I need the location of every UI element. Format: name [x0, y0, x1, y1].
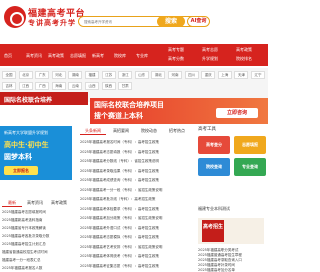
left-tabs: 最新 高考资讯 高考政策 [0, 198, 72, 208]
tool-button[interactable]: 高考查分 [198, 136, 230, 154]
region-button[interactable]: 湖南 [68, 71, 83, 79]
news-item[interactable]: 2025年福建高考一分一段（专科）：省招生政策说明 [80, 188, 188, 193]
tools-title: 高考工具 [198, 127, 216, 132]
nav-right-item[interactable]: 高考志愿 [202, 47, 218, 53]
news-item[interactable]: 2025年福建高考体检要求（专科）：高考招生政策 [80, 207, 188, 212]
region-button[interactable]: 四川 [184, 71, 199, 79]
region-button[interactable]: 广东 [35, 71, 50, 79]
ai-query-button[interactable]: AI查询 [187, 16, 210, 27]
tool-button[interactable]: 志愿填报 [234, 136, 266, 154]
right-badge: 高考招生 [202, 220, 224, 242]
left-tab-latest[interactable]: 最新 [2, 198, 22, 207]
right-promo-banner[interactable]: 高考招生 [198, 218, 264, 244]
nav-item-volunteer[interactable]: 志愿填报 [70, 53, 86, 59]
nav-item-colleges[interactable]: 院校库 [114, 53, 126, 59]
news-item[interactable]: 2025年福建高考加分政策（专科）：省招生政策说明 [80, 216, 188, 221]
region-button[interactable]: 云南 [68, 82, 83, 90]
region-button[interactable]: 海南 [51, 82, 66, 90]
search-box [78, 16, 204, 27]
region-button[interactable]: 湖北 [151, 71, 166, 79]
news-item[interactable]: 2025年福建高考分数线（专科）：省招生政策说明 [80, 159, 188, 164]
region-button[interactable]: 全国 [2, 71, 16, 79]
news-item[interactable]: 2025年福建高考志愿模拟（专科）：高考招生政策 [80, 235, 188, 240]
nav-right-item[interactable]: 高考政策 [236, 47, 252, 53]
left-list-item[interactable]: 2025福建新高考选科指南 [2, 218, 70, 223]
logo-slogan: 专讲高考升学 [28, 19, 76, 27]
nav-right-group: 高考专题 高考志愿 高考政策 高考分数 升学规划 院校排名 [166, 45, 268, 65]
region-button[interactable]: 河南 [168, 71, 182, 79]
region-button[interactable]: 吉林 [2, 82, 16, 90]
search-input[interactable] [84, 18, 164, 26]
left-list-item[interactable]: 2025福建省专升本政策解读 [2, 226, 70, 231]
nav-item-policy[interactable]: 高考政策 [48, 53, 64, 59]
region-button[interactable]: 陕西 [101, 82, 116, 90]
news-item[interactable]: 2025年福建高考成绩查询（专科）：高考招生政策 [80, 178, 188, 183]
nav-item-home[interactable]: 首页 [4, 53, 12, 59]
news-item[interactable]: 2025年福建高考艺考安排（专科）：省招生政策说明 [80, 245, 188, 250]
region-button[interactable]: 山西 [85, 82, 99, 90]
news-item[interactable]: 2025年福建高考报名时间（专科）：高考招生政策 [80, 140, 188, 145]
region-button[interactable]: 江苏 [101, 71, 116, 79]
center-news-panel: 头条新闻 高招要闻 院校动态 招考热点 2025年福建高考报名时间（专科）：高考… [78, 126, 190, 272]
region-button[interactable]: 重庆 [201, 71, 216, 79]
left-tab-news[interactable]: 高考资讯 [24, 198, 46, 207]
news-item[interactable]: 2025年福建高考征集志愿（专科）：高考招生政策 [80, 264, 188, 269]
left-tab-policy[interactable]: 高考政策 [48, 198, 70, 207]
left-list-item[interactable]: 2025福建高考各批次录取分数 [2, 234, 70, 239]
tool-button[interactable]: 专业查询 [234, 158, 266, 176]
news-item[interactable]: 2025年福建高考外语口试（专科）：高考招生政策 [80, 226, 188, 231]
news-item[interactable]: 2025年福建高考批次线（专科）：高考招生政策 [80, 197, 188, 202]
news-item[interactable]: 2025年福建高考志愿填报（专科）：高考招生政策 [80, 150, 188, 155]
left-banner-text: 国际名校联合培养 [4, 97, 53, 104]
nav-item-new-gaokao[interactable]: 新高考 [92, 53, 104, 59]
region-button[interactable]: 上海 [217, 71, 232, 79]
left-list-item[interactable]: 福建高考一分一段表汇总 [2, 258, 70, 263]
tab-admissions[interactable]: 高招要闻 [108, 126, 134, 135]
left-list-item[interactable]: 福建省普通高校招生考试时间 [2, 250, 70, 255]
right-tools-panel: 高考工具 高考查分 志愿填报 院校查询 专业查询 福建专业本科测试 高考招生 2025… [196, 126, 268, 272]
region-button[interactable]: 辽宁 [251, 71, 265, 79]
region-button[interactable]: 北京 [18, 71, 33, 79]
promo-line3: 圆梦本科 [4, 153, 32, 161]
region-button[interactable]: 江西 [18, 82, 33, 90]
promo-line1: 新高考大学联盟升学规划 [4, 130, 48, 135]
tab-hot-topics[interactable]: 招考热点 [164, 126, 190, 135]
nav-item-majors[interactable]: 专业库 [136, 53, 148, 59]
promo-card[interactable]: 新高考大学联盟升学规划 高中生·初中生 圆梦本科 立即报名 [0, 126, 72, 180]
news-item[interactable]: 2025年福建高考录取结果（专科）：高考招生政策 [80, 169, 188, 174]
nav-right-item[interactable]: 升学规划 [202, 56, 218, 62]
left-list-item[interactable]: 2025福建高考志愿填报时间 [2, 210, 70, 215]
logo-icon[interactable] [4, 6, 26, 28]
tab-headlines[interactable]: 头条新闻 [80, 126, 106, 135]
region-button[interactable]: 山东 [134, 71, 149, 79]
right-banner[interactable]: 国际名校联合培养项目 搜个赛道上本科 立即咨询 [90, 98, 268, 124]
promo-signup-button[interactable]: 立即报名 [4, 166, 38, 175]
consult-button[interactable]: 立即咨询 [216, 108, 258, 118]
region-button[interactable]: 甘肃 [118, 82, 133, 90]
tool-button[interactable]: 院校查询 [198, 158, 230, 176]
region-button[interactable]: 河北 [51, 71, 66, 79]
right-list-item[interactable]: 2025福建高考加分名单 [198, 268, 266, 272]
left-banner[interactable]: 国际名校联合培养 [0, 92, 88, 105]
tab-college-news[interactable]: 院校动态 [136, 126, 162, 135]
nav-right-item[interactable]: 高考专题 [168, 47, 184, 53]
right-banner-line1: 国际名校联合培养项目 [94, 101, 164, 109]
left-list-item[interactable]: 2025年福建高考报名人数 [2, 266, 70, 271]
nav-right-item[interactable]: 高考分数 [168, 56, 184, 62]
left-list-item[interactable]: 2025福建高考招生计划汇总 [2, 242, 70, 247]
region-button[interactable]: 福建 [85, 71, 99, 79]
search-button[interactable]: 搜索 [157, 16, 185, 27]
nav-item-news[interactable]: 高考资讯 [26, 53, 42, 59]
nav-right-item[interactable]: 院校排名 [236, 56, 252, 62]
region-button[interactable]: 浙江 [118, 71, 133, 79]
region-button[interactable]: 广西 [35, 82, 50, 90]
tools-subtitle: 福建专业本科测试 [198, 206, 230, 211]
region-button[interactable]: 天津 [234, 71, 249, 79]
promo-line2: 高中生·初中生 [4, 141, 49, 149]
news-item[interactable]: 2025年福建高考体育统考（专科）：高考招生政策 [80, 254, 188, 259]
right-banner-line2: 搜个赛道上本科 [94, 112, 143, 120]
